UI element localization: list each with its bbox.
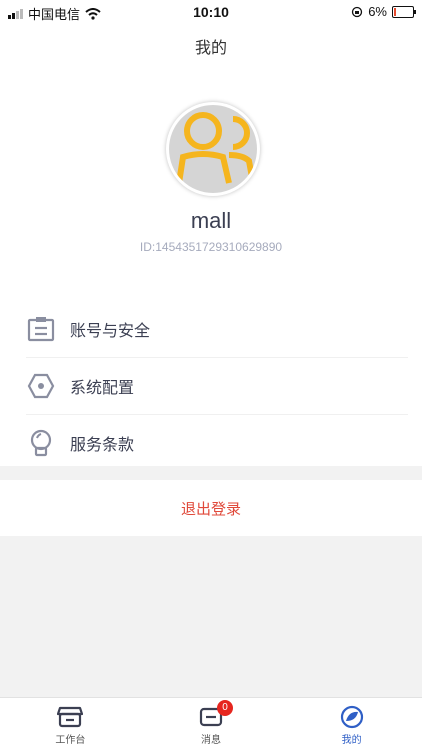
username: mall [190, 208, 232, 233]
profile-panel: 我的 mall ID:1454351729310629890 账号与安全 系统配… [0, 24, 422, 466]
tab-label-messages: 消息 [201, 735, 221, 746]
tab-label-profile: 我的 [341, 735, 362, 746]
tab-profile[interactable]: 我的 [281, 698, 422, 750]
menu-label-terms: 服务条款 [70, 436, 135, 454]
store-icon [57, 706, 84, 728]
user-id: ID:1454351729310629890 [139, 240, 283, 254]
user-group-icon [176, 112, 256, 184]
message-badge: 0 [217, 700, 233, 716]
menu-item-terms[interactable]: 服务条款 [0, 414, 422, 471]
status-right: 6% [351, 4, 416, 19]
tab-label-workbench: 工作台 [55, 735, 86, 746]
battery-icon [392, 5, 416, 18]
battery-percent: 6% [368, 4, 387, 19]
logout-button[interactable]: 退出登录 [0, 480, 422, 536]
tab-bar: 工作台 0 消息 我的 [0, 697, 422, 750]
menu-label-account-security: 账号与安全 [70, 322, 151, 340]
tab-workbench[interactable]: 工作台 [0, 698, 141, 750]
orientation-lock-icon [352, 6, 363, 17]
page-title: 我的 [194, 40, 227, 57]
menu-label-system-config: 系统配置 [70, 379, 135, 397]
clipboard-icon [26, 314, 56, 344]
hexagon-settings-icon [26, 371, 56, 401]
menu-item-system-config[interactable]: 系统配置 [0, 357, 422, 414]
status-bar: 中国电信 10:10 6% [0, 0, 422, 24]
profile-icon [339, 705, 365, 729]
avatar[interactable] [166, 102, 260, 196]
lightbulb-icon [26, 428, 56, 458]
menu-item-account-security[interactable]: 账号与安全 [0, 300, 422, 357]
message-icon: 0 [198, 700, 233, 728]
settings-menu: 账号与安全 系统配置 服务条款 [0, 300, 422, 471]
tab-messages[interactable]: 0 消息 [141, 698, 282, 750]
